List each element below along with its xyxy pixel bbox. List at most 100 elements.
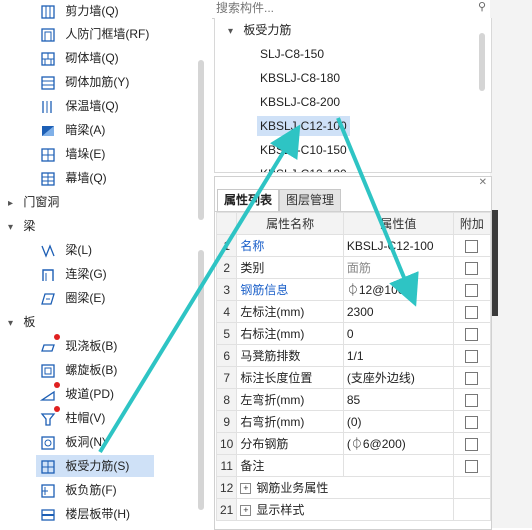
- property-group-row[interactable]: 21 + 显示样式: [215, 498, 492, 521]
- extra-checkbox[interactable]: [465, 349, 479, 363]
- component-item[interactable]: KBSLJ-C8-180: [257, 68, 343, 88]
- tree-item-ring-beam[interactable]: 圈梁(E): [40, 287, 105, 309]
- extra-checkbox[interactable]: [465, 371, 479, 385]
- tree-item-wall-pier[interactable]: 墙垛(E): [40, 143, 105, 165]
- extra-checkbox[interactable]: [465, 459, 479, 473]
- property-group-row[interactable]: 12 + 钢筋业务属性: [215, 476, 492, 499]
- expand-plus-icon[interactable]: +: [240, 483, 252, 495]
- spiral-slab-icon: [40, 363, 56, 379]
- property-name: 右标注(mm): [236, 322, 344, 345]
- tree-item-beam[interactable]: 梁(L): [40, 239, 92, 261]
- masonry-reinforcement-icon: [40, 75, 56, 91]
- tree-item-column-cap[interactable]: 柱帽(V): [40, 407, 105, 429]
- tree-item-spiral-slab[interactable]: 螺旋板(B): [40, 359, 117, 381]
- extra-checkbox[interactable]: [465, 437, 479, 451]
- tree-group-beam[interactable]: ▾ 梁: [8, 215, 35, 237]
- property-group: + 显示样式: [236, 498, 454, 521]
- component-item-selected[interactable]: KBSLJ-C12-100: [257, 116, 350, 136]
- tree-item-slab-hole[interactable]: 板洞(N): [40, 431, 106, 453]
- search-input[interactable]: [212, 0, 450, 16]
- property-value[interactable]: (支座外边线): [342, 366, 454, 389]
- extra-cell: [452, 278, 492, 301]
- scrollbar-thumb[interactable]: [198, 60, 204, 220]
- component-item[interactable]: KBSLJ-C10-150: [257, 140, 350, 160]
- property-value[interactable]: 2300: [342, 300, 454, 323]
- property-row[interactable]: 5 右标注(mm) 0: [215, 322, 492, 345]
- property-row[interactable]: 8 左弯折(mm) 85: [215, 388, 492, 411]
- component-item[interactable]: KBSLJ-C8-200: [257, 92, 343, 112]
- extra-checkbox[interactable]: [465, 239, 479, 253]
- property-name: 类别: [236, 256, 344, 279]
- row-number: 9: [215, 410, 238, 433]
- curtain-wall-icon: [40, 171, 56, 187]
- scrollbar-thumb[interactable]: [479, 33, 485, 91]
- tree-item-label: 梁(L): [65, 243, 93, 257]
- tree-item-shear-wall[interactable]: 剪力墙(Q): [40, 0, 119, 22]
- extra-checkbox[interactable]: [465, 283, 479, 297]
- component-tree-root[interactable]: ▾ 板受力筋: [225, 20, 294, 40]
- status-dot: [54, 334, 60, 340]
- property-row[interactable]: 3 钢筋信息 ⏀12@100: [215, 278, 492, 301]
- extra-checkbox[interactable]: [465, 261, 479, 275]
- property-value[interactable]: 面筋: [342, 256, 454, 279]
- extra-checkbox[interactable]: [465, 415, 479, 429]
- scrollbar-thumb[interactable]: [198, 250, 204, 510]
- extra-checkbox[interactable]: [465, 327, 479, 341]
- property-group: + 钢筋业务属性: [236, 476, 454, 499]
- tree-item-masonry-reinforcement[interactable]: 砌体加筋(Y): [40, 71, 129, 93]
- property-value[interactable]: [342, 454, 454, 477]
- extra-checkbox[interactable]: [465, 393, 479, 407]
- property-row[interactable]: 9 右弯折(mm) (0): [215, 410, 492, 433]
- property-value[interactable]: KBSLJ-C12-100: [342, 234, 454, 257]
- tree-item-slab-main-rebar[interactable]: 板受力筋(S): [36, 455, 154, 477]
- property-name: 分布钢筋: [236, 432, 344, 455]
- tree-item-civil-defense-door-wall[interactable]: 人防门框墙(RF): [40, 23, 149, 45]
- close-icon[interactable]: ✕: [479, 177, 487, 188]
- tree-item-label: 现浇板(B): [65, 339, 118, 353]
- tree-item-hidden-beam[interactable]: 暗梁(A): [40, 119, 105, 141]
- tree-item-label: 板洞(N): [65, 435, 107, 449]
- row-number: 3: [215, 278, 238, 301]
- tab-property-list[interactable]: 属性列表: [217, 189, 280, 211]
- property-name: 钢筋信息: [236, 278, 344, 301]
- property-row[interactable]: 6 马凳筋排数 1/1: [215, 344, 492, 367]
- component-item[interactable]: KBSLJ-C12-120: [257, 164, 350, 172]
- tab-layer-management[interactable]: 图层管理: [279, 189, 342, 211]
- property-row[interactable]: 2 类别 面筋: [215, 256, 492, 279]
- extra-checkbox[interactable]: [465, 305, 479, 319]
- property-row[interactable]: 11 备注: [215, 454, 492, 477]
- tree-item-coupling-beam[interactable]: 连梁(G): [40, 263, 107, 285]
- tree-item-masonry-wall[interactable]: 砌体墙(Q): [40, 47, 119, 69]
- property-row[interactable]: 7 标注长度位置 (支座外边线): [215, 366, 492, 389]
- expand-plus-icon[interactable]: +: [240, 505, 252, 517]
- tree-group-door-window[interactable]: ▸ 门窗洞: [8, 191, 59, 213]
- properties-tabs: 属性列表 图层管理: [215, 189, 491, 212]
- tree-item-insulation-wall[interactable]: 保温墙(Q): [40, 95, 119, 117]
- chevron-down-icon: ▾: [8, 222, 14, 233]
- property-group-label: 显示样式: [256, 503, 305, 517]
- property-name: 标注长度位置: [236, 366, 344, 389]
- row-number: 21: [215, 498, 238, 521]
- property-value[interactable]: 85: [342, 388, 454, 411]
- property-row[interactable]: 10 分布钢筋 (⏀6@200): [215, 432, 492, 455]
- property-value[interactable]: ⏀12@100: [342, 278, 454, 301]
- property-value[interactable]: 0: [342, 322, 454, 345]
- tree-item-cast-slab[interactable]: 现浇板(B): [40, 335, 117, 357]
- property-row[interactable]: 4 左标注(mm) 2300: [215, 300, 492, 323]
- component-item[interactable]: SLJ-C8-150: [257, 44, 327, 64]
- tree-item-ramp[interactable]: 坡道(PD): [39, 383, 114, 405]
- tree-item-label: 砌体墙(Q): [65, 51, 119, 65]
- row-number: 7: [215, 366, 238, 389]
- tree-item-curtain-wall[interactable]: 幕墙(Q): [40, 167, 107, 189]
- search-icon[interactable]: ⚲: [478, 0, 486, 13]
- tree-group-slab[interactable]: ▾ 板: [8, 311, 35, 333]
- property-value[interactable]: (⏀6@200): [342, 432, 454, 455]
- tree-item-floor-slab-strip[interactable]: 楼层板带(H): [40, 503, 130, 525]
- property-value[interactable]: (0): [342, 410, 454, 433]
- tree-item-slab-negative-rebar[interactable]: 板负筋(F): [40, 479, 117, 501]
- property-value[interactable]: 1/1: [342, 344, 454, 367]
- property-row[interactable]: 1 名称 KBSLJ-C12-100: [215, 234, 492, 257]
- property-name: 马凳筋排数: [236, 344, 344, 367]
- civil-defense-door-wall-icon: [40, 27, 56, 43]
- row-number: 8: [215, 388, 238, 411]
